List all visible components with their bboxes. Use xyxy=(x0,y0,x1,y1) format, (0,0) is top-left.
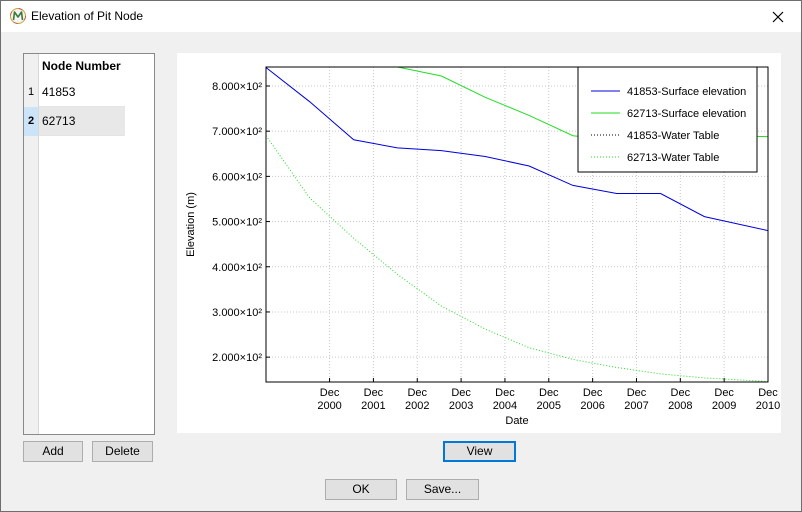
view-button[interactable]: View xyxy=(443,441,516,462)
x-tick-label-year: 2010 xyxy=(756,400,780,412)
x-tick-label-month: Dec xyxy=(407,387,427,399)
x-tick-label-year: 2002 xyxy=(405,400,429,412)
x-tick-label-year: 2004 xyxy=(493,400,517,412)
legend-label: 62713-Surface elevation xyxy=(627,108,746,120)
node-number-cell[interactable]: 62713 xyxy=(39,107,125,136)
save-button[interactable]: Save... xyxy=(406,479,479,500)
y-tick-label: 2.000×10² xyxy=(212,352,262,364)
close-button[interactable] xyxy=(755,1,801,32)
y-tick-label: 4.000×10² xyxy=(212,262,262,274)
x-tick-label-month: Dec xyxy=(583,387,603,399)
x-tick-label-year: 2000 xyxy=(317,400,341,412)
row-number[interactable]: 2 xyxy=(24,107,38,136)
x-tick-label-month: Dec xyxy=(451,387,471,399)
x-axis-title: Date xyxy=(505,415,528,427)
add-button[interactable]: Add xyxy=(23,441,83,462)
table-row[interactable]: 1 41853 xyxy=(24,78,125,107)
row-number[interactable]: 1 xyxy=(24,78,38,107)
legend-label: 41853-Water Table xyxy=(627,130,719,142)
y-axis-title: Elevation (m) xyxy=(185,192,197,257)
x-tick-label-year: 2007 xyxy=(624,400,648,412)
x-tick-label-month: Dec xyxy=(671,387,691,399)
title-bar: Elevation of Pit Node xyxy=(1,1,801,32)
ok-button[interactable]: OK xyxy=(325,479,397,500)
x-tick-label-month: Dec xyxy=(758,387,778,399)
table-row[interactable]: 2 62713 xyxy=(24,107,125,136)
elevation-chart: 2.000×10² 3.000×10² 4.000×10² 5.000×10² 6.00… xyxy=(185,66,780,427)
dialog-window: Elevation of Pit Node Node Number 1 4185… xyxy=(0,0,802,512)
x-tick-label-year: 2001 xyxy=(361,400,385,412)
x-tick-label-year: 2009 xyxy=(712,400,736,412)
node-number-cell[interactable]: 41853 xyxy=(39,78,125,107)
x-tick-label-year: 2003 xyxy=(449,400,473,412)
y-tick-label: 3.000×10² xyxy=(212,307,262,319)
window-title: Elevation of Pit Node xyxy=(31,9,144,23)
x-tick-label-year: 2005 xyxy=(537,400,561,412)
x-tick-label-month: Dec xyxy=(627,387,647,399)
elevation-chart-panel: 2.000×10² 3.000×10² 4.000×10² 5.000×10² 6.00… xyxy=(177,53,781,433)
x-tick-label-year: 2008 xyxy=(668,400,692,412)
column-header-node-number[interactable]: Node Number xyxy=(39,54,128,78)
y-tick-label: 6.000×10² xyxy=(212,171,262,183)
y-tick-label: 5.000×10² xyxy=(212,217,262,229)
x-tick-label-month: Dec xyxy=(364,387,384,399)
legend-label: 41853-Surface elevation xyxy=(627,86,746,98)
legend-label: 62713-Water Table xyxy=(627,152,719,164)
y-tick-label: 7.000×10² xyxy=(212,126,262,138)
x-tick-label-year: 2006 xyxy=(580,400,604,412)
node-number-table[interactable]: Node Number 1 41853 2 62713 xyxy=(23,53,155,435)
delete-button[interactable]: Delete xyxy=(92,441,153,462)
app-logo-icon xyxy=(10,8,26,24)
x-tick-label-month: Dec xyxy=(495,387,515,399)
x-tick-label-month: Dec xyxy=(539,387,559,399)
x-tick-label-month: Dec xyxy=(320,387,340,399)
close-icon xyxy=(772,11,784,22)
y-tick-label: 8.000×10² xyxy=(212,81,262,93)
x-tick-label-month: Dec xyxy=(714,387,734,399)
